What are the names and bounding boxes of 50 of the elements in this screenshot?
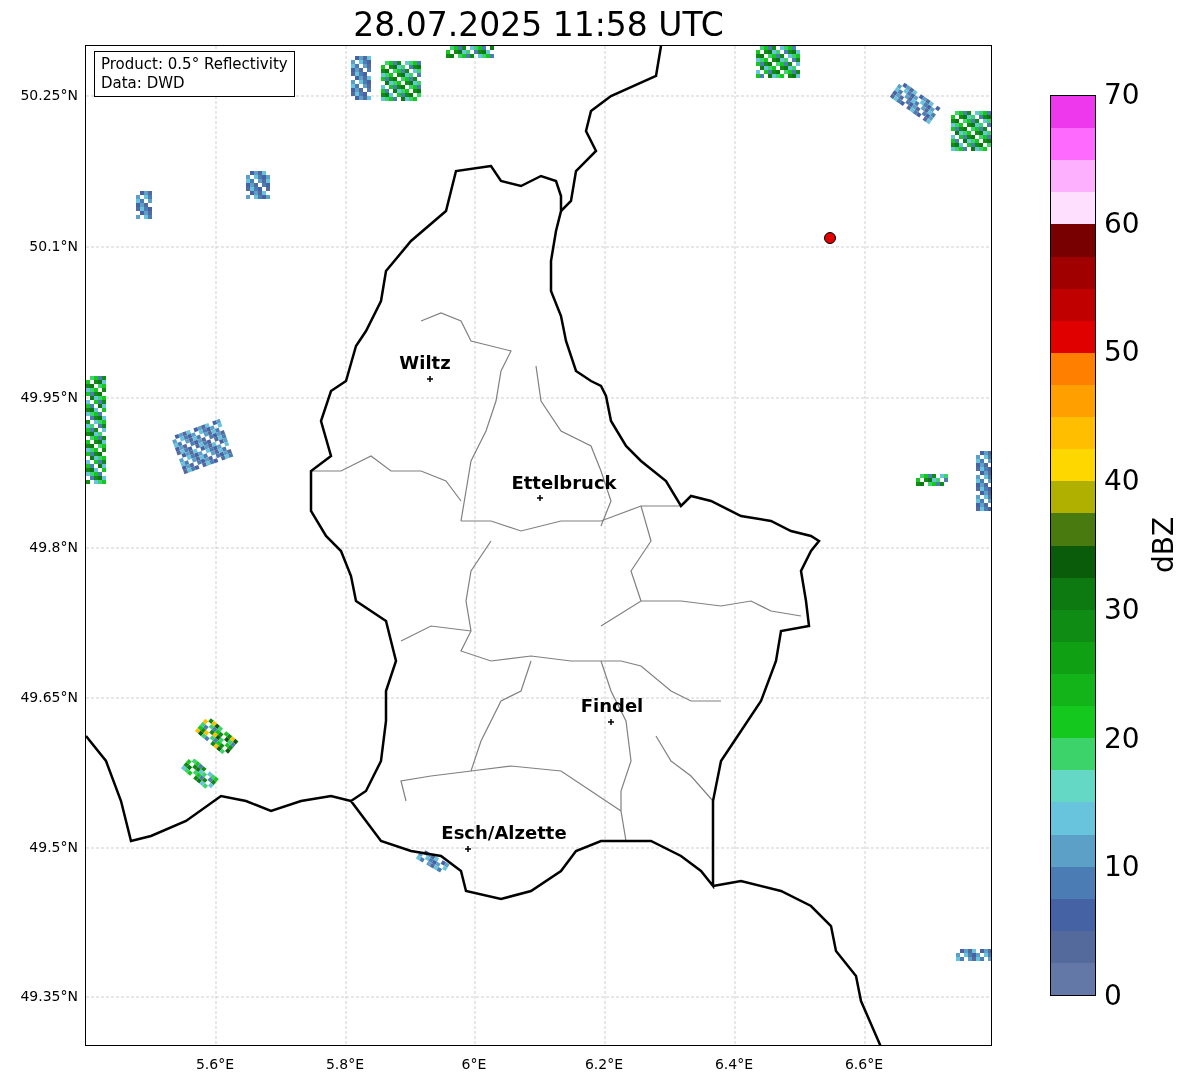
longitude-label: 6°E: [461, 1057, 487, 1071]
longitude-label: 5.8°E: [325, 1057, 365, 1071]
colorbar-tick-label: 30: [1104, 595, 1140, 624]
city-marker-icon: [464, 845, 472, 853]
longitude-label: 5.6°E: [195, 1057, 235, 1071]
radar-echo: [756, 46, 800, 78]
radar-echo: [956, 949, 991, 961]
latitude-label: 49.95°N: [20, 390, 78, 404]
radar-echo: [172, 418, 234, 475]
colorbar-tick-label: 70: [1104, 81, 1140, 109]
longitude-label: 6.2°E: [584, 1057, 624, 1071]
latitude-label: 50.25°N: [20, 88, 78, 102]
radar-echo: [246, 171, 270, 199]
info-text: Data: DWD: [101, 74, 186, 93]
city-label: Findel: [580, 697, 644, 715]
city-label: Ettelbruck: [511, 474, 617, 492]
radar-echo: [415, 850, 450, 873]
latitude-label: 50.1°N: [29, 239, 78, 253]
latitude-label: 49.65°N: [20, 690, 78, 704]
city-marker-icon: [426, 375, 434, 383]
city-marker-icon: [607, 718, 615, 726]
radar-echo: [446, 46, 494, 58]
latitude-label: 49.35°N: [20, 989, 78, 1003]
colorbar-tick-label: 0: [1104, 982, 1122, 1010]
latitude-label: 49.8°N: [29, 540, 78, 554]
radar-echo: [180, 758, 219, 789]
district-boundary: [655, 735, 714, 802]
city-label: Esch/Alzette: [441, 824, 567, 842]
radar-echo: [889, 82, 941, 125]
radar-echo: [381, 61, 421, 101]
chart-title: 28.07.2025 11:58 UTC: [353, 8, 724, 41]
city-marker-icon: [536, 494, 544, 502]
info-text: Product: 0.5° Reflectivity: [101, 55, 288, 74]
colorbar-label: dBZ: [1150, 516, 1179, 574]
colorbar-tick-label: 50: [1104, 338, 1140, 367]
radar-echo: [136, 191, 152, 219]
colorbar-tick-label: 10: [1104, 853, 1140, 882]
longitude-label: 6.6°E: [844, 1057, 884, 1071]
radar-echo: [951, 111, 991, 151]
colorbar-tick-label: 20: [1104, 724, 1140, 753]
radar-echo: [916, 474, 948, 486]
longitude-label: 6.4°E: [714, 1057, 754, 1071]
colorbar-tick-label: 40: [1104, 467, 1140, 496]
latitude-label: 49.5°N: [29, 840, 78, 854]
radar-echo: [351, 56, 371, 100]
radar-site-marker: [824, 232, 836, 244]
radar-echo: [194, 718, 239, 755]
radar-echo: [976, 451, 991, 511]
city-label: Wiltz: [399, 354, 451, 372]
colorbar-tick-label: 60: [1104, 209, 1140, 238]
